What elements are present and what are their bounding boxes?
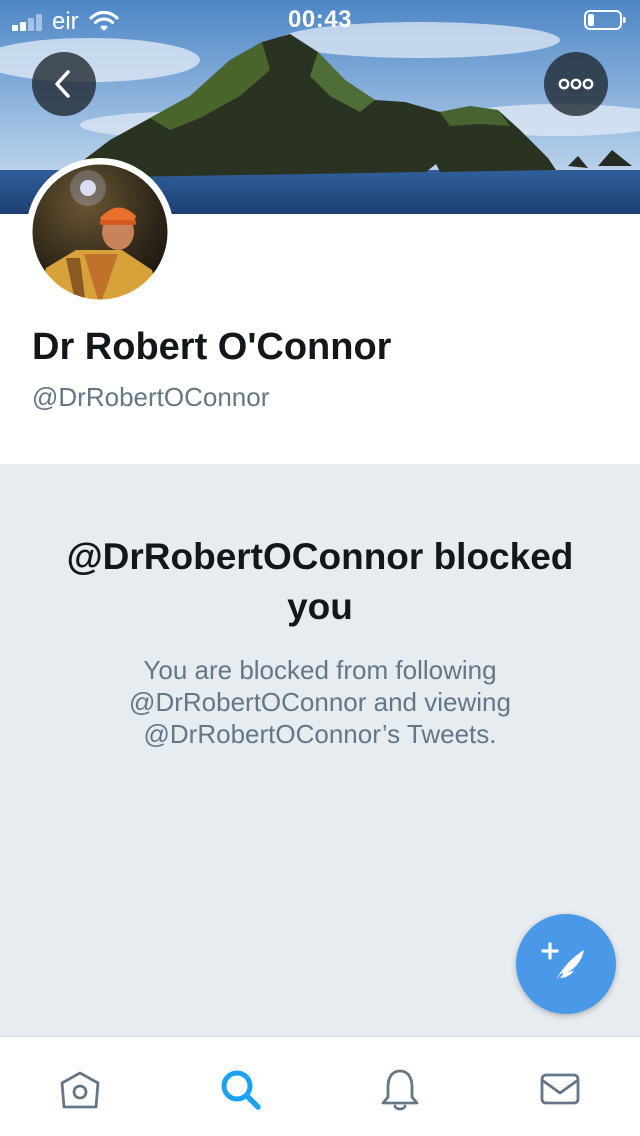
profile-handle: @DrRobertOConnor xyxy=(32,382,270,412)
tab-messages[interactable] xyxy=(538,1067,582,1111)
blocked-title: @DrRobertOConnor blocked you xyxy=(66,536,574,627)
mail-icon xyxy=(540,1073,580,1105)
search-icon xyxy=(221,1070,261,1110)
status-bar: eir 00:43 xyxy=(0,0,640,40)
blocked-message: You are blocked from following @DrRobert… xyxy=(129,655,511,749)
compose-tweet-button[interactable] xyxy=(516,914,616,1014)
more-options-button[interactable] xyxy=(544,52,608,116)
compose-feather-icon xyxy=(541,942,584,985)
battery-icon xyxy=(584,10,626,30)
home-icon xyxy=(60,1071,100,1109)
more-horizontal-icon xyxy=(558,78,594,90)
avatar[interactable] xyxy=(26,158,174,306)
status-time: 00:43 xyxy=(288,6,352,33)
avatar-image xyxy=(31,163,169,301)
profile-display-name: Dr Robert O'Connor xyxy=(32,326,392,368)
back-button[interactable] xyxy=(32,52,96,116)
bottom-tab-bar xyxy=(0,1036,640,1136)
chevron-left-icon xyxy=(55,70,70,98)
bell-icon xyxy=(381,1069,419,1111)
tab-search[interactable] xyxy=(218,1067,262,1111)
tab-notifications[interactable] xyxy=(378,1067,422,1111)
tab-home[interactable] xyxy=(58,1067,102,1111)
